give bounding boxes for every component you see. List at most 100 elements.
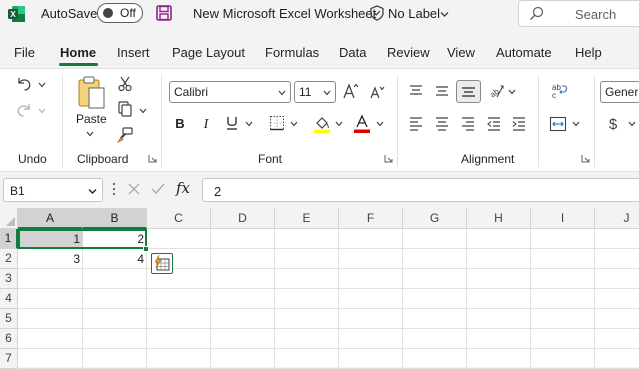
align-middle-icon[interactable] [434,83,450,99]
autosave-toggle[interactable]: Off [97,3,143,23]
font-color-chevron-icon[interactable] [376,120,384,128]
tab-page-layout[interactable]: Page Layout [172,45,245,60]
align-top-icon[interactable] [408,83,424,99]
tab-data[interactable]: Data [339,45,366,60]
clipboard-launcher-icon[interactable] [148,154,157,163]
align-center-icon[interactable] [434,116,450,132]
number-format-select[interactable]: General [600,81,639,103]
copy-chevron-icon[interactable] [139,107,147,115]
font-size-select[interactable]: 11 [294,81,336,103]
gridline-v [338,229,339,367]
tab-formulas[interactable]: Formulas [265,45,319,60]
font-launcher-icon[interactable] [384,154,393,163]
insert-function-icon[interactable]: fx [176,179,190,197]
orientation-chevron-icon[interactable] [508,88,516,96]
underline-chevron-icon[interactable] [245,120,253,128]
gridline-h [18,328,639,329]
enter-check-icon[interactable] [151,183,165,195]
tab-insert[interactable]: Insert [117,45,150,60]
tab-view[interactable]: View [447,45,475,60]
autosave-state: Off [120,6,136,20]
decrease-indent-icon[interactable] [486,116,502,132]
row-header-2[interactable]: 2 [0,249,18,269]
currency-chevron-icon[interactable] [628,120,636,128]
group-separator [594,75,595,167]
cut-icon[interactable] [117,76,133,92]
chevron-down-icon [440,10,449,19]
title-bar: X AutoSave Off New Microsoft Excel Works… [0,0,639,29]
column-header-d[interactable]: D [211,208,275,229]
formula-input[interactable]: 2 [202,178,639,202]
column-header-b[interactable]: B [83,208,147,229]
fill-handle[interactable] [143,246,149,252]
column-header-i[interactable]: I [531,208,595,229]
gridline-v [274,229,275,367]
svg-text:B: B [175,116,184,131]
paste-icon[interactable] [76,75,106,111]
align-right-icon[interactable] [460,116,476,132]
underline-icon[interactable] [224,115,240,131]
row-header-7[interactable]: 7 [0,349,18,369]
undo-icon[interactable] [15,75,33,93]
row-header-4[interactable]: 4 [0,289,18,309]
column-header-e[interactable]: E [275,208,339,229]
redo-chevron-icon[interactable] [38,107,46,115]
name-box[interactable]: B1 [3,178,103,202]
font-name-select[interactable]: Calibri [169,81,291,103]
align-bottom-button[interactable] [456,80,481,103]
merge-chevron-icon[interactable] [572,120,580,128]
font-size-value: 11 [299,85,312,99]
save-icon[interactable] [155,4,173,22]
number-format-value: General [605,85,639,99]
increase-indent-icon[interactable] [511,116,527,132]
font-color-icon[interactable] [352,114,372,134]
redo-icon[interactable] [15,101,33,119]
alignment-launcher-icon[interactable] [581,154,590,163]
increase-font-size-icon[interactable] [342,82,360,100]
paste-chevron-icon[interactable] [86,130,94,138]
copy-icon[interactable] [117,101,133,117]
tab-review[interactable]: Review [387,45,430,60]
italic-icon[interactable]: I [198,115,214,131]
cell-a2[interactable]: 3 [19,249,83,269]
chevron-down-icon[interactable] [88,187,97,196]
column-header-h[interactable]: H [467,208,531,229]
cell-b2[interactable]: 4 [84,249,147,269]
quick-analysis-button[interactable] [151,253,173,274]
worksheet-grid: ABCDEFGHIJ 1234567 1234 [0,208,639,369]
column-header-j[interactable]: J [595,208,639,229]
merge-center-icon[interactable] [549,115,567,133]
decrease-font-size-icon[interactable] [369,84,385,100]
orientation-icon[interactable]: ab [487,82,505,100]
column-header-c[interactable]: C [147,208,211,229]
more-options-icon[interactable] [112,182,116,196]
column-header-g[interactable]: G [403,208,467,229]
sensitivity-label-button[interactable]: No Label [368,3,452,25]
wrap-text-icon[interactable]: ab c [550,82,568,100]
currency-icon[interactable]: $ [606,115,620,133]
format-painter-icon[interactable] [117,127,133,143]
search-placeholder: Search [575,7,617,22]
column-header-a[interactable]: A [18,208,83,229]
search-box[interactable]: Search [518,0,639,27]
fill-color-chevron-icon[interactable] [335,120,343,128]
paste-label[interactable]: Paste [76,112,107,126]
cancel-icon[interactable] [128,183,140,195]
row-header-6[interactable]: 6 [0,329,18,349]
row-header-1[interactable]: 1 [0,229,18,249]
select-all-corner[interactable] [0,208,18,229]
fill-color-icon[interactable] [312,114,332,134]
search-icon [529,6,544,21]
row-header-3[interactable]: 3 [0,269,18,289]
tab-file[interactable]: File [14,45,35,60]
bold-icon[interactable]: B [172,115,188,131]
tab-home[interactable]: Home [60,45,96,60]
row-header-5[interactable]: 5 [0,309,18,329]
borders-chevron-icon[interactable] [290,120,298,128]
tab-help[interactable]: Help [575,45,602,60]
tab-automate[interactable]: Automate [496,45,552,60]
column-header-f[interactable]: F [339,208,403,229]
align-left-icon[interactable] [408,116,424,132]
borders-icon[interactable] [269,115,285,131]
undo-chevron-icon[interactable] [38,81,46,89]
